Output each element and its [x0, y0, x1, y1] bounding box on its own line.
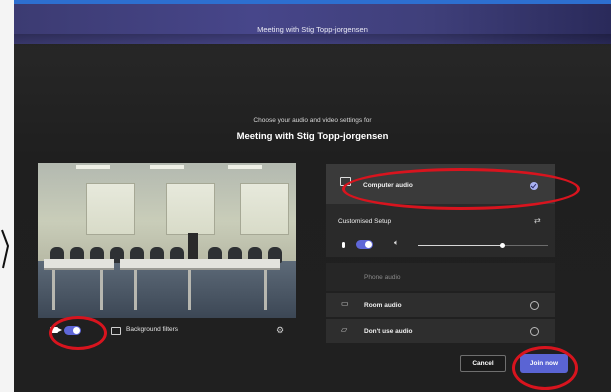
computer-audio-label: Computer audio: [363, 182, 413, 189]
check-icon: [530, 182, 538, 190]
sliders-icon[interactable]: ⇄: [534, 216, 541, 225]
prejoin-subtitle: Choose your audio and video settings for: [253, 117, 372, 124]
room-audio-radio[interactable]: [530, 301, 539, 310]
no-audio-option[interactable]: ▱ Don't use audio: [326, 319, 555, 343]
no-audio-label: Don't use audio: [364, 328, 413, 335]
preview-camera-stand: [188, 233, 198, 261]
camera-icon: [50, 327, 62, 333]
customised-setup-label: Customised Setup: [338, 218, 392, 225]
background-filters-button[interactable]: Background filters: [126, 326, 178, 333]
phone-audio-option[interactable]: Phone audio: [326, 263, 555, 291]
customised-setup-section: Customised Setup ⇄ 🔈︎: [326, 204, 555, 257]
join-now-button[interactable]: Join now: [520, 354, 568, 373]
background-filters-icon: [111, 327, 121, 335]
cancel-button[interactable]: Cancel: [460, 355, 506, 372]
room-audio-icon: ▭: [341, 299, 349, 308]
ceiling-light: [76, 165, 110, 169]
annotation-stroke: [1, 229, 10, 269]
ceiling-light: [228, 165, 262, 169]
camera-preview: [38, 163, 296, 318]
room-audio-option[interactable]: ▭ Room audio: [326, 293, 555, 317]
meeting-title: Meeting with Stig Topp-jorgensen: [236, 131, 389, 142]
mic-toggle[interactable]: [356, 240, 373, 249]
phone-audio-label: Phone audio: [364, 274, 401, 281]
volume-slider[interactable]: [418, 243, 548, 248]
preview-table: [120, 259, 280, 270]
speaker-icon: 🔈︎: [394, 238, 399, 247]
preview-table: [44, 259, 114, 270]
title-bar-shadow: [14, 34, 611, 48]
volume-thumb[interactable]: [500, 243, 505, 248]
no-audio-radio[interactable]: [530, 327, 539, 336]
speaker-off-icon: ▱: [341, 325, 348, 334]
mic-icon: [342, 242, 345, 248]
window-title: Meeting with Stig Topp-jorgensen: [257, 25, 368, 34]
preview-window-pane: [86, 183, 135, 235]
gear-icon[interactable]: ⚙: [276, 325, 284, 336]
camera-toggle[interactable]: [64, 326, 81, 335]
preview-window-pane: [166, 183, 215, 235]
ceiling-light: [150, 165, 184, 169]
volume-fill: [418, 245, 503, 246]
room-audio-label: Room audio: [364, 302, 402, 309]
preview-window-pane: [240, 183, 289, 235]
video-controls: Background filters ⚙: [38, 320, 296, 342]
monitor-icon: [340, 177, 351, 186]
computer-audio-option[interactable]: Computer audio: [326, 164, 555, 204]
